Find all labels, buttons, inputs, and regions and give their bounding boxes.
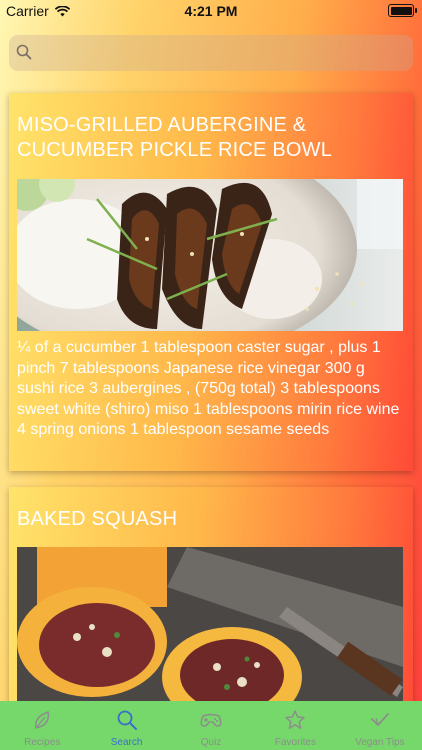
star-icon: [285, 710, 306, 729]
tab-favorites[interactable]: Favorites: [253, 701, 337, 750]
tab-vegan-tips[interactable]: Vegan Tips: [338, 701, 422, 750]
search-bar[interactable]: [9, 35, 413, 73]
search-icon: [117, 710, 137, 730]
recipe-title: MISO-GRILLED AUBERGINE & CUCUMBER PICKLE…: [17, 114, 333, 161]
tab-label: Search: [110, 737, 143, 748]
tab-label: Vegan Tips: [355, 737, 405, 748]
leaf-icon: [35, 710, 50, 729]
search-input[interactable]: [39, 35, 403, 73]
checkmark-icon: [370, 713, 389, 726]
recipe-ingredients: ¼ of a cucumber 1 tablespoon caster suga…: [17, 339, 400, 438]
tab-label: Favorites: [274, 737, 316, 748]
tab-quiz[interactable]: Quiz: [169, 701, 253, 750]
recipe-card[interactable]: MISO-GRILLED AUBERGINE & CUCUMBER PICKLE…: [9, 93, 413, 471]
tab-recipes[interactable]: Recipes: [0, 701, 84, 750]
recipe-title: BAKED SQUASH: [17, 508, 178, 530]
tab-label: Recipes: [24, 737, 61, 748]
gamepad-icon: [200, 713, 222, 727]
tab-search[interactable]: Search: [84, 701, 168, 750]
status-time: 4:21 PM: [184, 3, 238, 19]
tab-label: Quiz: [200, 737, 222, 748]
status-bar: Carrier 4:21 PM: [0, 0, 422, 22]
search-icon: [16, 44, 32, 60]
battery-icon: [388, 4, 417, 17]
tab-bar: Recipes Search Quiz Favorites Vegan Tips: [0, 701, 422, 750]
recipe-photo: [17, 179, 403, 331]
